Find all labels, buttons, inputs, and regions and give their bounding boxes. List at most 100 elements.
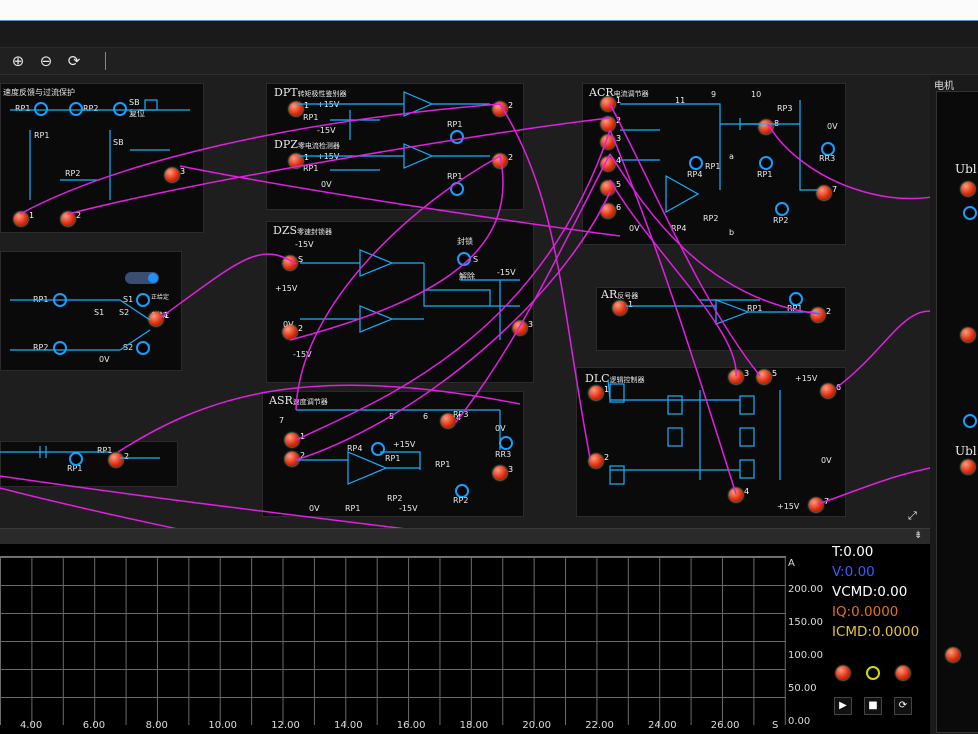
terminal-ar-1[interactable]: 1 [613,300,633,315]
terminal-dzs-2[interactable]: 2 [283,324,303,339]
label-a: a [729,152,734,161]
collapse-icon[interactable]: ⇟ [914,530,922,541]
terminal-dpz-1[interactable]: 1 [289,153,309,168]
label-10: 10 [751,90,762,99]
motor-pot-2[interactable] [963,414,977,428]
terminal-1[interactable]: 1 [14,211,34,226]
potentiometer-rr3[interactable] [499,436,513,450]
reset-switch-sb[interactable] [113,102,127,116]
label-m15b: -15V [497,268,516,277]
terminal-dlc-1[interactable]: 1 [589,385,609,400]
terminal-asr-4[interactable]: 4 [441,413,461,428]
scope-pot[interactable] [866,666,880,680]
motor-pot-1[interactable] [963,206,977,220]
potentiometer-rp4[interactable] [371,442,385,456]
toolbar: ⊕ ⊖ ⟳ [0,48,978,75]
label-p15b: +15V [777,502,800,511]
label-0v: 0V [827,122,838,131]
module-dpt-dpz: DPT转矩极性鉴别器 +15V RP1 -15V RP1 1 2 DPZ零电流检… [266,83,524,210]
label-m15: -15V [295,240,314,249]
potentiometer-rp2[interactable] [775,202,789,216]
motor-terminal-2[interactable] [961,328,975,342]
potentiometer-dpz-rp1[interactable] [450,182,464,196]
terminal-given-1[interactable]: 1 [149,311,169,326]
terminal-acr-7[interactable]: 7 [817,185,837,200]
label-0v: 0V [321,180,332,189]
potentiometer-rp1[interactable] [34,102,48,116]
scope-terminal-3[interactable] [946,648,960,662]
terminal-dzs-3[interactable]: 3 [513,320,533,335]
label-rp1: RP1 [385,454,401,463]
reset-view-icon[interactable]: ⟳ [64,51,84,71]
terminal-acr-5[interactable]: 5 [601,180,621,195]
reset-button[interactable]: ⟳ [894,697,912,715]
terminal-dlc-4[interactable]: 4 [729,487,749,502]
label-m15c: -15V [293,350,312,359]
motor-panel-canvas: Ubl Ubl [936,91,978,733]
label-rp2b: RP2 [387,494,403,503]
terminal-2[interactable]: 2 [61,211,81,226]
label-rp1b: RP1 [435,460,451,469]
terminal-dlc-3[interactable]: 3 [729,369,749,384]
motor-panel-title: 电机 [934,81,954,92]
module-dlc: DLC逻辑控制器 +15V 0V +15V 1 2 3 5 4 6 7 [576,367,846,517]
label-rp4: RP4 [347,444,363,453]
terminal-3[interactable]: 3 [165,167,185,182]
potentiometer-rp1[interactable] [53,293,67,307]
terminal-acr-3[interactable]: 3 [601,134,621,149]
label-rp1: RP1 [303,164,319,173]
readout-vcmd: VCMD:0.00 [832,584,908,600]
terminal-dpz-2[interactable]: 2 [493,153,513,168]
terminal-ar-2[interactable]: 2 [811,307,831,322]
terminal-acr-2[interactable]: 2 [601,116,621,131]
motor-terminal-1[interactable] [961,182,975,196]
terminal-dlc-7[interactable]: 7 [809,497,829,512]
potentiometer-rp1[interactable] [69,452,83,466]
terminal-asr-3[interactable]: 3 [493,465,513,480]
terminal-dlc-2[interactable]: 2 [589,453,609,468]
terminal-lower-2[interactable]: 2 [109,452,129,467]
motor-panel: 电机 Ubl Ubl [930,75,978,733]
terminal-asr-2[interactable]: 2 [285,451,305,466]
motor-terminal-3[interactable] [961,460,975,474]
zoom-in-icon[interactable]: ⊕ [8,51,28,71]
module-given: RP1 S1 正给定 负给定 S1 S2 RP2 S2 0V 1 [0,251,182,371]
play-button[interactable]: ▶ [834,697,852,715]
terminal-dpt-2[interactable]: 2 [493,101,513,116]
terminal-asr-1[interactable]: 1 [285,432,305,447]
label-p15: +15V [317,152,340,161]
terminal-acr-6[interactable]: 6 [601,203,621,218]
scope-terminal-1[interactable] [836,666,850,680]
potentiometer-rp4[interactable] [689,156,703,170]
lock-switch-s[interactable] [457,252,471,266]
scope-terminal-2[interactable] [896,666,910,680]
label-sb-inner: SB [113,138,124,147]
terminal-dpt-1[interactable]: 1 [289,101,309,116]
potentiometer-rp2[interactable] [69,102,83,116]
module-title-dzs: DZS零速封锁器 [273,224,332,237]
potentiometer-dpt-rp1[interactable] [450,130,464,144]
y-tick-label: 150.00 [788,617,823,628]
switch-s1[interactable] [136,293,150,307]
switch-s2[interactable] [136,341,150,355]
terminal-dzs-s[interactable]: S [283,255,303,270]
window-titlebar [0,0,978,21]
power-toggle[interactable] [125,272,159,284]
y-tick-label: 100.00 [788,650,823,661]
label-11: 11 [675,96,686,105]
stop-button[interactable]: ■ [864,697,882,715]
label-rp2-inner: RP2 [65,169,81,178]
circuit-canvas[interactable]: 速度反馈与过流保护 RP1 RP2 SB 复位 RP1 SB RP2 1 2 3… [0,75,930,527]
terminal-acr-1[interactable]: 1 [601,96,621,111]
potentiometer-rp1[interactable] [759,156,773,170]
terminal-acr-4[interactable]: 4 [601,156,621,171]
potentiometer-rp2[interactable] [53,341,67,355]
zoom-out-icon[interactable]: ⊖ [36,51,56,71]
label-rp2: RP2 [773,216,789,225]
fullscreen-icon[interactable]: ⤢ [908,509,917,523]
terminal-dlc-6[interactable]: 6 [821,383,841,398]
terminal-acr-8[interactable]: 8 [759,119,779,134]
terminal-dlc-5[interactable]: 5 [757,369,777,384]
label-rp2: RP2 [83,104,99,113]
y-unit: A [788,558,795,569]
